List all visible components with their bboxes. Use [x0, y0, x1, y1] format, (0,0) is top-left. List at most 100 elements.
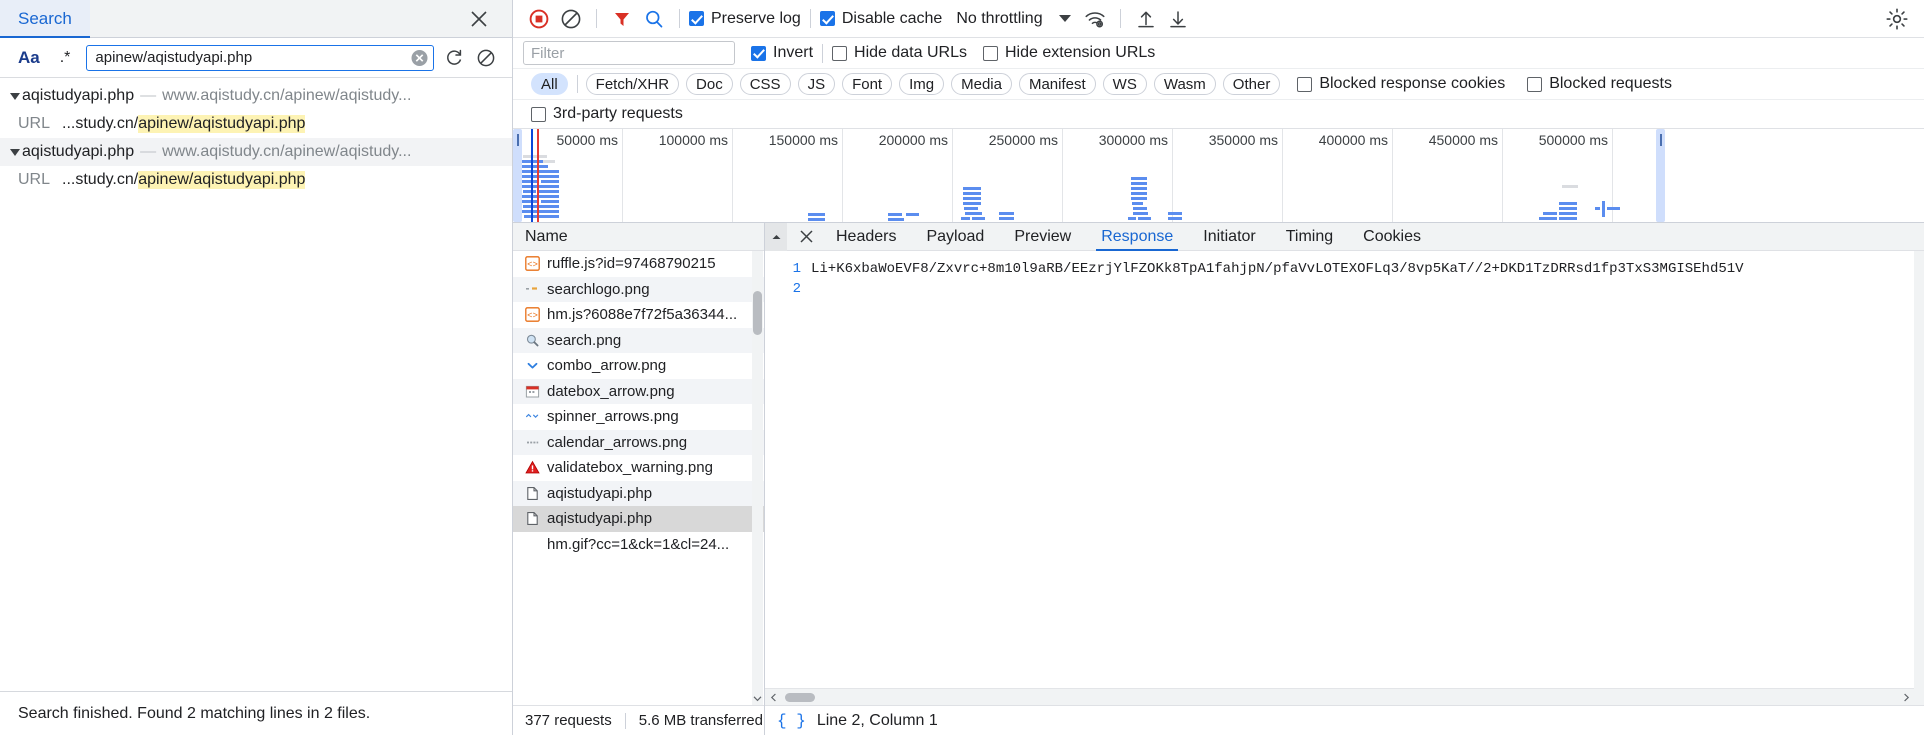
checkbox-box[interactable]: [689, 11, 704, 26]
scrollbar-thumb[interactable]: [753, 291, 762, 335]
tab-payload[interactable]: Payload: [911, 223, 999, 251]
request-row[interactable]: hm.gif?cc=1&ck=1&cl=24...: [513, 532, 764, 558]
search-status-text: Search finished. Found 2 matching lines …: [0, 691, 512, 735]
type-filter-fetch-xhr[interactable]: Fetch/XHR: [585, 73, 680, 95]
chevron-left-icon[interactable]: [765, 689, 781, 706]
search-input[interactable]: [86, 44, 434, 71]
checkbox-box[interactable]: [1297, 76, 1313, 92]
request-row[interactable]: aqistudyapi.php: [513, 480, 764, 506]
record-stop-icon[interactable]: [523, 4, 555, 34]
line-number: 2: [792, 281, 801, 297]
type-filter-manifest[interactable]: Manifest: [1018, 73, 1096, 95]
response-vertical-scrollbar[interactable]: [1914, 251, 1924, 705]
close-icon[interactable]: [468, 8, 490, 30]
scrollbar-thumb[interactable]: [785, 693, 815, 702]
filter-funnel-icon[interactable]: [606, 4, 638, 34]
timeline-selection-handle-right[interactable]: [1656, 129, 1665, 222]
gear-icon[interactable]: [1884, 6, 1910, 32]
type-filter-wasm[interactable]: Wasm: [1153, 73, 1216, 95]
match-case-toggle[interactable]: Aa: [10, 46, 48, 70]
chevron-down-icon[interactable]: [1058, 15, 1071, 22]
tab-cookies[interactable]: Cookies: [1348, 223, 1436, 251]
type-filter-ws[interactable]: WS: [1102, 73, 1147, 95]
request-row[interactable]: <> hm.js?6088e7f72f5a36344...: [513, 302, 764, 328]
horizontal-scrollbar[interactable]: [765, 688, 1924, 705]
timeline-selection-handle-left[interactable]: [513, 129, 522, 222]
type-filter-all[interactable]: All: [531, 73, 568, 95]
request-row[interactable]: validatebox_warning.png: [513, 455, 764, 481]
type-filter-js[interactable]: JS: [797, 73, 836, 95]
result-line-prefix: ...study.cn/: [62, 171, 139, 188]
clear-search-icon[interactable]: [411, 49, 428, 66]
timeline-request-bar: [524, 215, 542, 218]
timeline-request-bar: [1168, 212, 1182, 215]
tab-initiator[interactable]: Initiator: [1188, 223, 1270, 251]
request-row[interactable]: search.png: [513, 327, 764, 353]
checkbox-box[interactable]: [832, 45, 848, 61]
type-filter-media[interactable]: Media: [951, 73, 1012, 95]
request-row[interactable]: <> ruffle.js?id=97468790215: [513, 251, 764, 277]
request-row[interactable]: combo_arrow.png: [513, 353, 764, 379]
chevron-up-icon[interactable]: [765, 222, 787, 251]
type-filter-img[interactable]: Img: [899, 73, 945, 95]
chevron-down-icon[interactable]: [10, 148, 20, 156]
filter-input[interactable]: [523, 41, 735, 65]
checkbox-box[interactable]: [982, 45, 998, 61]
third-party-requests-label: 3rd-party requests: [553, 105, 683, 122]
timeline-tick-label: 150000 ms: [768, 132, 838, 148]
type-filter-doc[interactable]: Doc: [686, 73, 733, 95]
type-filter-font[interactable]: Font: [842, 73, 893, 95]
timeline-tick-label: 500000 ms: [1538, 132, 1608, 148]
request-row[interactable]: spinner_arrows.png: [513, 404, 764, 430]
chevron-right-icon[interactable]: [1898, 689, 1914, 706]
clear-results-icon[interactable]: [470, 43, 502, 73]
network-overview-timeline[interactable]: 50000 ms 100000 ms 150000 ms 200000 ms 2…: [513, 129, 1924, 223]
hide-extension-urls-checkbox[interactable]: Hide extension URLs: [982, 44, 1155, 62]
preserve-log-checkbox[interactable]: Preserve log: [689, 10, 801, 28]
request-column-header-name[interactable]: Name: [513, 223, 764, 251]
search-icon[interactable]: [638, 4, 670, 34]
blocked-requests-checkbox[interactable]: Blocked requests: [1527, 75, 1672, 93]
request-row-selected[interactable]: aqistudyapi.php: [513, 506, 764, 532]
transferred-size: 5.6 MB transferred: [638, 712, 763, 729]
type-filter-css[interactable]: CSS: [739, 73, 791, 95]
blocked-response-cookies-checkbox[interactable]: Blocked response cookies: [1297, 75, 1505, 93]
throttling-dropdown[interactable]: No throttling: [956, 9, 1071, 28]
wifi-settings-icon[interactable]: [1079, 4, 1111, 34]
clear-icon[interactable]: [555, 4, 587, 34]
tab-preview[interactable]: Preview: [999, 223, 1086, 251]
throttling-value: No throttling: [956, 9, 1043, 27]
response-body-viewer[interactable]: 1 Li+K6xbaWoEVF8/Zxvrc+8m10l9aRB/EEzrjYl…: [765, 251, 1924, 705]
checkbox-box[interactable]: [819, 11, 835, 26]
invert-checkbox[interactable]: Invert: [751, 44, 813, 62]
search-result-line[interactable]: URL ...study.cn/apinew/aqistudyapi.php: [0, 166, 512, 194]
tab-search[interactable]: Search: [0, 0, 90, 38]
tab-timing[interactable]: Timing: [1271, 223, 1348, 251]
request-row[interactable]: datebox_arrow.png: [513, 378, 764, 404]
hide-data-urls-checkbox[interactable]: Hide data URLs: [832, 44, 967, 62]
timeline-request-bar: [522, 160, 543, 163]
request-list-scrollbar[interactable]: [752, 251, 763, 705]
chevron-down-icon[interactable]: [10, 92, 20, 100]
search-result-file[interactable]: aqistudyapi.php — www.aqistudy.cn/apinew…: [0, 138, 512, 166]
tab-response[interactable]: Response: [1086, 223, 1188, 251]
regex-toggle[interactable]: .*: [48, 47, 79, 69]
close-icon[interactable]: [791, 223, 821, 251]
disable-cache-checkbox[interactable]: Disable cache: [819, 10, 942, 28]
request-row[interactable]: calendar_arrows.png: [513, 429, 764, 455]
download-icon[interactable]: [1162, 4, 1194, 34]
upload-icon[interactable]: [1130, 4, 1162, 34]
request-row[interactable]: searchlogo.png: [513, 276, 764, 302]
search-result-line[interactable]: URL ...study.cn/apinew/aqistudyapi.php: [0, 110, 512, 138]
refresh-search-icon[interactable]: [438, 43, 470, 73]
type-filter-other[interactable]: Other: [1222, 73, 1281, 95]
checkbox-box[interactable]: [531, 106, 546, 122]
pretty-print-icon[interactable]: { }: [777, 712, 806, 730]
checkbox-box[interactable]: [751, 45, 766, 61]
search-result-file[interactable]: aqistudyapi.php — www.aqistudy.cn/apinew…: [0, 82, 512, 110]
chevron-down-icon[interactable]: [752, 692, 763, 705]
tab-headers[interactable]: Headers: [821, 223, 911, 251]
checkbox-box[interactable]: [1527, 76, 1543, 92]
third-party-requests-checkbox[interactable]: 3rd-party requests: [531, 105, 683, 123]
timeline-request-bar: [963, 192, 981, 195]
